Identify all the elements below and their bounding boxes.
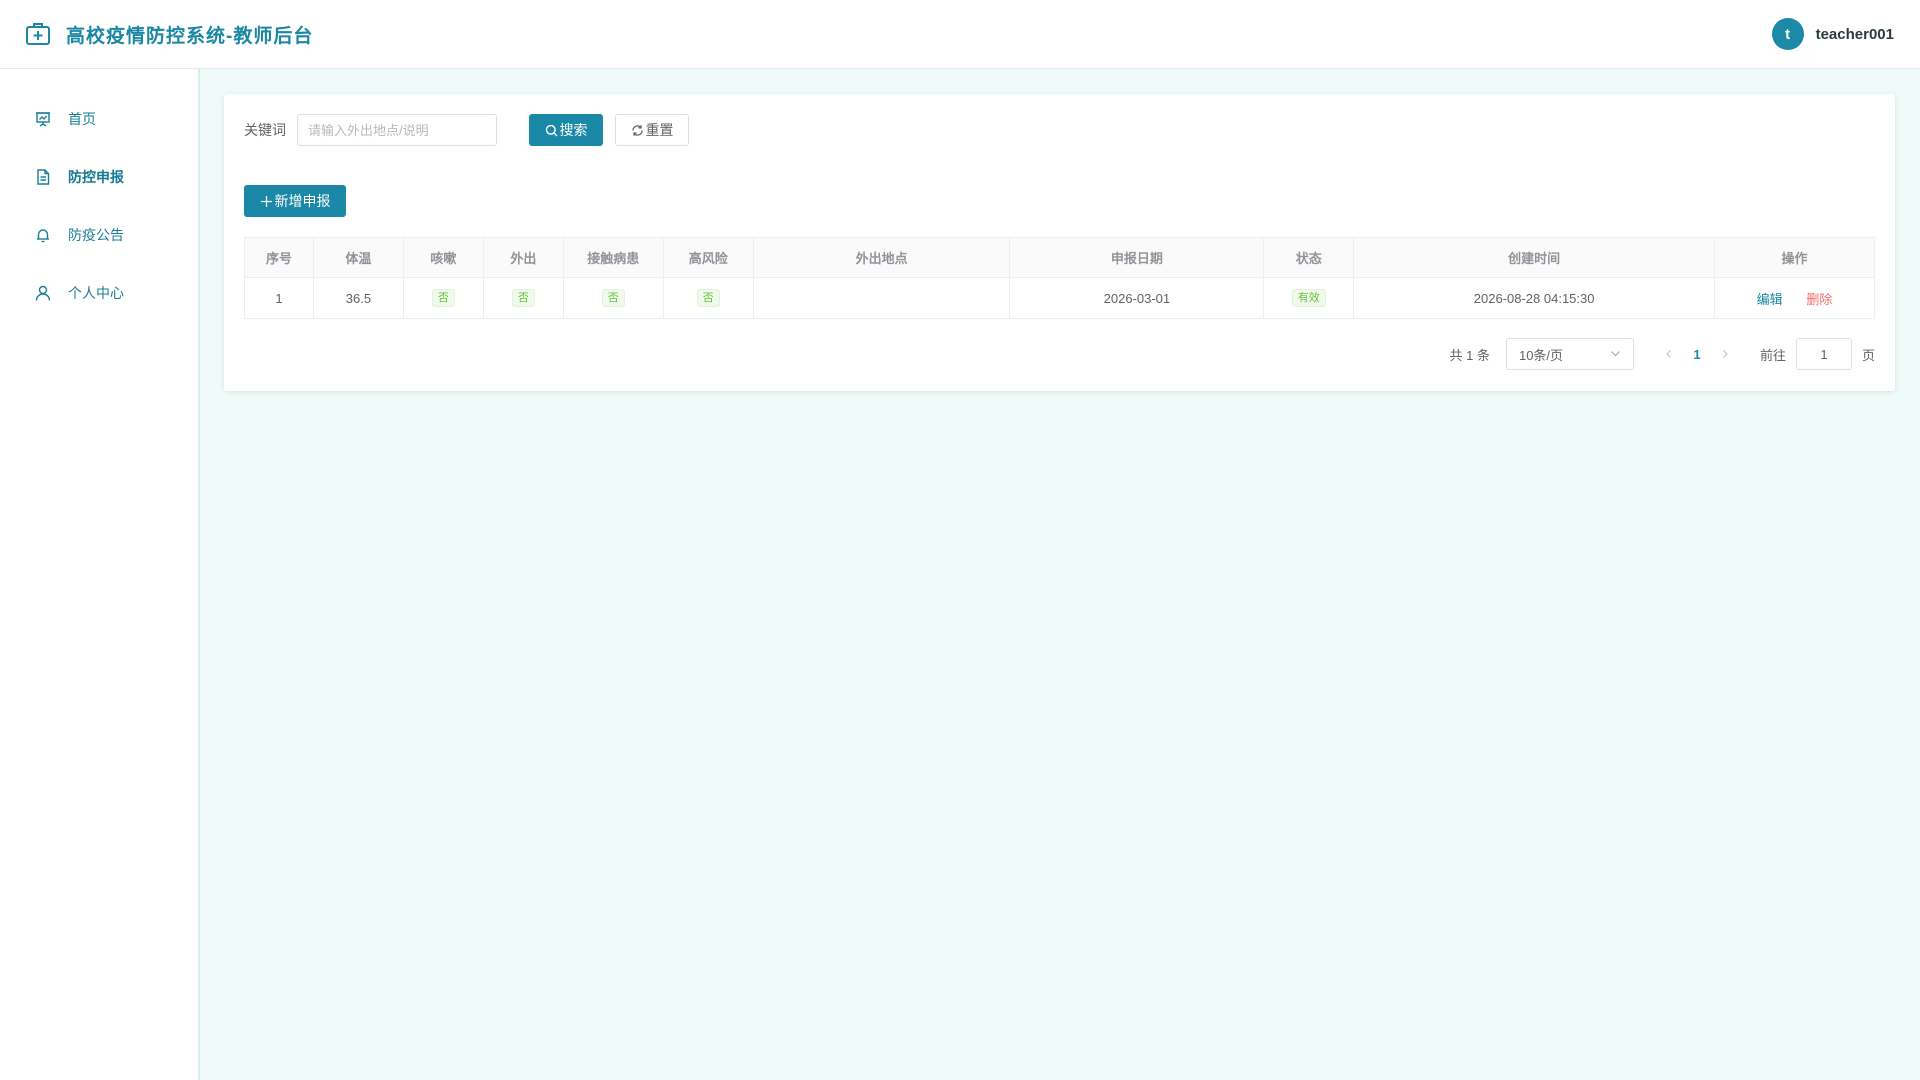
sidebar-item-profile[interactable]: 个人中心 [0,264,198,322]
goto-page-input[interactable] [1795,338,1852,370]
column-header: 咳嗽 [402,237,484,278]
page-size-value: 10条/页 [1518,347,1564,363]
page-size-select[interactable]: 10条/页 [1505,338,1634,370]
column-header: 申报日期 [1009,237,1265,278]
refresh-icon [631,124,644,137]
document-icon [34,168,52,186]
column-header: 操作 [1714,237,1875,278]
cell-report-date: 2026-03-01 [1009,277,1265,319]
cell-high-risk: 否 [662,277,754,319]
pagination: 共 1 条 10条/页 1 前往 页 [1449,338,1875,370]
medical-kit-icon [24,20,52,48]
page-number-1[interactable]: 1 [1682,338,1712,370]
avatar[interactable]: t [1771,18,1804,50]
cough-tag: 否 [431,289,455,307]
app-title: 高校疫情防控系统-教师后台 [66,25,314,47]
presentation-icon [34,110,52,128]
add-report-label: 新增申报 [274,193,331,209]
table-row: 1 36.5 否 否 否 否 2026-03-01 有效 2026-08-28 … [244,277,1875,319]
column-header: 创建时间 [1353,237,1716,278]
cell-temperature: 36.5 [312,277,404,319]
reset-button-label: 重置 [645,122,674,138]
sidebar-item-notice[interactable]: 防疫公告 [0,206,198,264]
username[interactable]: teacher001 [1816,26,1894,43]
column-header: 接触病患 [562,237,664,278]
cell-status: 有效 [1263,277,1355,319]
cell-created-at: 2026-08-28 04:15:30 [1353,277,1716,319]
page-suffix: 页 [1861,347,1875,363]
report-list-card: 关键词 搜索 重置 [224,94,1895,391]
user-icon [34,284,52,302]
chevron-down-icon [1610,347,1621,362]
search-bar: 关键词 搜索 重置 [244,114,689,146]
keyword-label: 关键词 [244,122,286,138]
sidebar-item-label: 防疫公告 [68,227,124,243]
column-header: 外出地点 [752,237,1011,278]
chevron-right-icon [1720,347,1730,362]
column-header: 体温 [312,237,404,278]
search-button-label: 搜索 [559,122,588,138]
cell-went-out: 否 [482,277,564,319]
plus-icon [260,195,273,208]
brand: 高校疫情防控系统-教师后台 [24,20,313,48]
column-header: 序号 [244,237,314,278]
chevron-left-icon [1664,347,1674,362]
cell-location [752,277,1011,319]
search-button[interactable]: 搜索 [529,114,603,146]
table-header-row: 序号 体温 咳嗽 外出 接触病患 高风险 外出地点 申报日期 状态 创建时间 操… [244,237,1875,278]
sidebar-item-report[interactable]: 防控申报 [0,148,198,206]
sidebar-item-home[interactable]: 首页 [0,90,198,148]
edit-link[interactable]: 编辑 [1757,292,1783,307]
report-table: 序号 体温 咳嗽 外出 接触病患 高风险 外出地点 申报日期 状态 创建时间 操… [244,237,1875,319]
cell-index: 1 [244,277,314,319]
high-risk-tag: 否 [696,289,720,307]
sidebar-item-label: 首页 [68,111,96,127]
add-report-button[interactable]: 新增申报 [244,185,346,217]
pagination-total: 共 1 条 [1449,347,1490,363]
column-header: 高风险 [662,237,754,278]
goto-label: 前往 [1759,347,1786,363]
bell-icon [34,226,52,244]
went-out-tag: 否 [511,289,535,307]
column-header: 状态 [1263,237,1355,278]
column-header: 外出 [482,237,564,278]
search-icon [545,124,558,137]
status-badge: 有效 [1291,289,1326,307]
contact-tag: 否 [601,289,625,307]
delete-link[interactable]: 删除 [1806,292,1832,307]
sidebar-item-label: 防控申报 [68,169,124,185]
sidebar: 首页 防控申报 防疫公告 个人中心 [0,69,200,1080]
cell-cough: 否 [402,277,484,319]
user-menu[interactable]: t teacher001 [1771,18,1894,50]
keyword-input[interactable] [297,114,497,146]
reset-button[interactable]: 重置 [615,114,689,146]
cell-actions: 编辑 删除 [1714,277,1875,319]
next-page-button[interactable] [1712,338,1738,370]
top-header: 高校疫情防控系统-教师后台 t teacher001 [0,0,1920,69]
prev-page-button[interactable] [1656,338,1682,370]
sidebar-item-label: 个人中心 [68,285,124,301]
cell-contact: 否 [562,277,664,319]
